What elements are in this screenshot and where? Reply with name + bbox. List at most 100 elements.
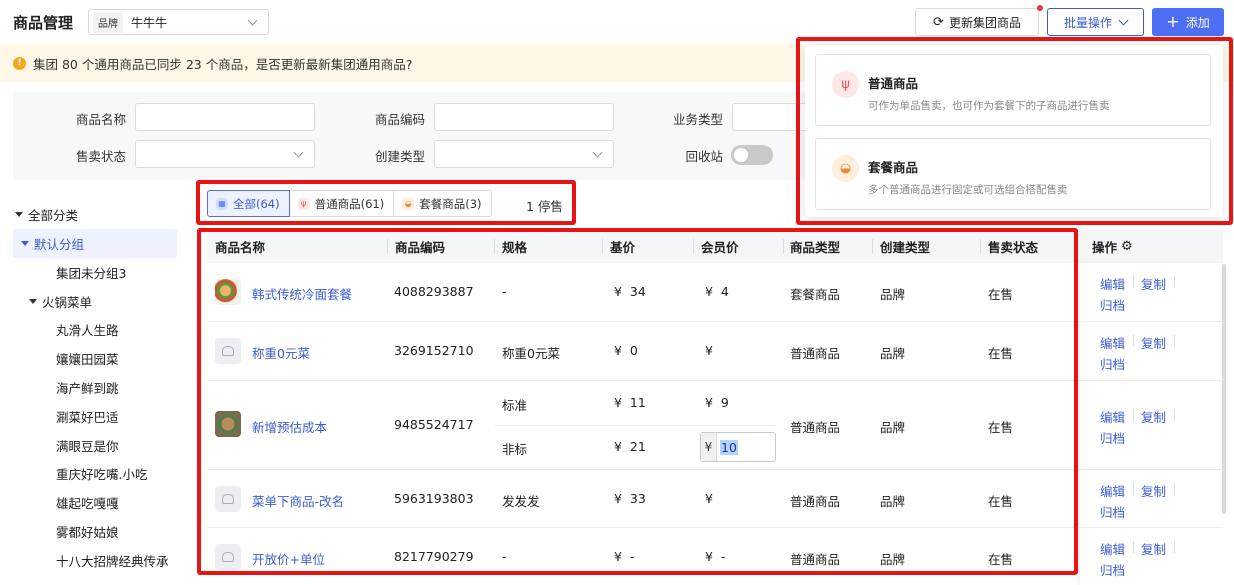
product-name-link[interactable]: 开放价+单位: [252, 549, 325, 568]
tree-item[interactable]: 十八大招牌经典传承: [56, 546, 169, 575]
product-type: 普通商品: [790, 346, 841, 361]
spec-divider: [495, 425, 775, 426]
sale-status: 在售: [988, 420, 1014, 435]
product-name-input[interactable]: [135, 103, 315, 131]
tab-all[interactable]: ▦ 全部(64): [207, 190, 290, 217]
stopped-count[interactable]: 1 停售: [526, 196, 563, 215]
refresh-label: 更新集团商品: [948, 15, 1021, 30]
member-price-input[interactable]: ¥ 10: [700, 432, 776, 462]
edit-button[interactable]: 编辑: [1100, 481, 1125, 500]
archive-button[interactable]: 归档: [1100, 295, 1125, 314]
grid-icon: ▦: [216, 197, 228, 210]
tree-item[interactable]: 重庆好吃嘴.小吃: [56, 459, 147, 488]
set-product-option[interactable]: ◒ 套餐商品 多个普通商品进行固定或可选组合搭配售卖: [815, 138, 1211, 210]
normal-product-option[interactable]: ψ 普通商品 可作为单品售卖，也可作为套餐下的子商品进行售卖: [815, 54, 1211, 126]
member-price: ¥: [705, 343, 713, 358]
tree-item-hotpot-menu[interactable]: 火锅菜单: [29, 287, 92, 316]
batch-operation-button[interactable]: 批量操作: [1047, 8, 1144, 36]
product-spec: 标准: [502, 398, 528, 413]
op-divider: [1133, 409, 1134, 421]
copy-button[interactable]: 复制: [1141, 481, 1166, 500]
business-type-label: 业务类型: [672, 112, 723, 127]
copy-button[interactable]: 复制: [1141, 539, 1166, 558]
col-header-code: 商品编码: [395, 240, 446, 255]
chevron-down-icon: [592, 147, 603, 158]
product-code-label: 商品编码: [374, 112, 425, 127]
op-divider: [1174, 335, 1175, 347]
col-header-spec: 规格: [502, 240, 528, 255]
edit-button[interactable]: 编辑: [1100, 274, 1125, 293]
brand-tag: 品牌: [93, 11, 123, 33]
tree-item-group-ungrouped[interactable]: 集团未分组3: [56, 258, 126, 287]
notification-dot: [1037, 5, 1043, 11]
tree-item[interactable]: 涮菜好巴适: [56, 402, 119, 431]
archive-button[interactable]: 归档: [1100, 354, 1125, 373]
tab-normal-products[interactable]: ψ 普通商品(61): [288, 190, 395, 217]
tree-item[interactable]: 满眼豆是你: [56, 431, 119, 460]
op-divider: [1174, 409, 1175, 421]
op-divider: [1174, 541, 1175, 553]
product-code: 4088293887: [394, 284, 474, 299]
recycle-bin-label: 回收站: [685, 149, 723, 164]
product-code: 3269152710: [394, 343, 474, 358]
copy-button[interactable]: 复制: [1141, 407, 1166, 426]
create-type-select[interactable]: [434, 140, 614, 168]
tree-item[interactable]: 丸滑人生路: [56, 315, 119, 344]
member-price-value: 10: [720, 439, 738, 455]
gear-icon[interactable]: ⚙: [1121, 239, 1133, 254]
create-type-label: 创建类型: [374, 149, 425, 164]
brand-select[interactable]: 品牌 牛牛牛: [88, 9, 269, 35]
meal-set-icon: ◒: [402, 197, 415, 210]
base-price: ¥ 34: [614, 284, 646, 299]
op-divider: [1174, 276, 1175, 288]
edit-button[interactable]: 编辑: [1100, 407, 1125, 426]
copy-button[interactable]: 复制: [1141, 274, 1166, 293]
archive-button[interactable]: 归档: [1100, 428, 1125, 447]
batch-label: 批量操作: [1063, 15, 1112, 30]
product-thumbnail: [215, 279, 241, 305]
table-row: 韩式传统冷面套餐 4088293887 - ¥ 34 ¥ 4 套餐商品 品牌 在…: [207, 263, 1223, 322]
column-divider: [693, 239, 694, 254]
product-type: 普通商品: [790, 420, 841, 435]
column-divider: [494, 239, 495, 254]
product-name-link[interactable]: 新增预估成本: [252, 417, 327, 436]
currency-prefix: ¥: [701, 433, 717, 461]
product-code-input[interactable]: [434, 103, 614, 131]
copy-button[interactable]: 复制: [1141, 333, 1166, 352]
notice-text: 集团 80 个通用商品已同步 23 个商品，是否更新最新集团通用商品?: [33, 56, 413, 72]
op-divider: [1133, 483, 1134, 495]
member-price: ¥: [705, 491, 713, 506]
tree-item[interactable]: 雾都好姑娘: [56, 517, 119, 546]
chevron-down-icon: [293, 147, 304, 158]
product-name-link[interactable]: 称重0元菜: [252, 343, 310, 362]
product-spec: 称重0元菜: [502, 346, 560, 361]
op-divider: [1174, 483, 1175, 495]
col-header-member-price: 会员价: [701, 240, 739, 255]
op-divider: [1133, 541, 1134, 553]
product-name-link[interactable]: 菜单下商品-改名: [252, 491, 344, 510]
tree-item-default-group[interactable]: 默认分组: [13, 229, 177, 258]
product-name-link[interactable]: 韩式传统冷面套餐: [252, 284, 352, 303]
tree-item[interactable]: 海产鲜到跳: [56, 373, 119, 402]
archive-button[interactable]: 归档: [1100, 502, 1125, 521]
archive-button[interactable]: 归档: [1100, 560, 1125, 579]
tree-item-all[interactable]: 全部分类: [15, 200, 78, 229]
add-button[interactable]: + 添加: [1152, 8, 1224, 36]
tab-set-products[interactable]: ◒ 套餐商品(3): [393, 190, 492, 217]
column-divider: [602, 239, 603, 254]
edit-button[interactable]: 编辑: [1100, 539, 1125, 558]
table-row: 称重0元菜 3269152710 称重0元菜 ¥ 0 ¥ 普通商品 品牌 在售 …: [207, 322, 1223, 381]
refresh-group-products-button[interactable]: ⟳ 更新集团商品: [915, 8, 1039, 36]
edit-button[interactable]: 编辑: [1100, 333, 1125, 352]
tree-item[interactable]: 孃孃田园菜: [56, 344, 119, 373]
col-header-create-type: 创建类型: [880, 240, 931, 255]
placeholder-image-icon: [215, 486, 241, 512]
utensils-icon: ψ: [297, 197, 310, 210]
meal-set-icon: ◒: [832, 155, 859, 182]
product-type: 套餐商品: [790, 287, 841, 302]
table-scrollbar[interactable]: [1222, 264, 1226, 514]
sale-status-select[interactable]: [135, 140, 315, 168]
utensils-icon: ψ: [832, 71, 859, 98]
tree-item[interactable]: 雄起吃嘎嘎: [56, 488, 119, 517]
recycle-bin-toggle[interactable]: [731, 145, 773, 165]
